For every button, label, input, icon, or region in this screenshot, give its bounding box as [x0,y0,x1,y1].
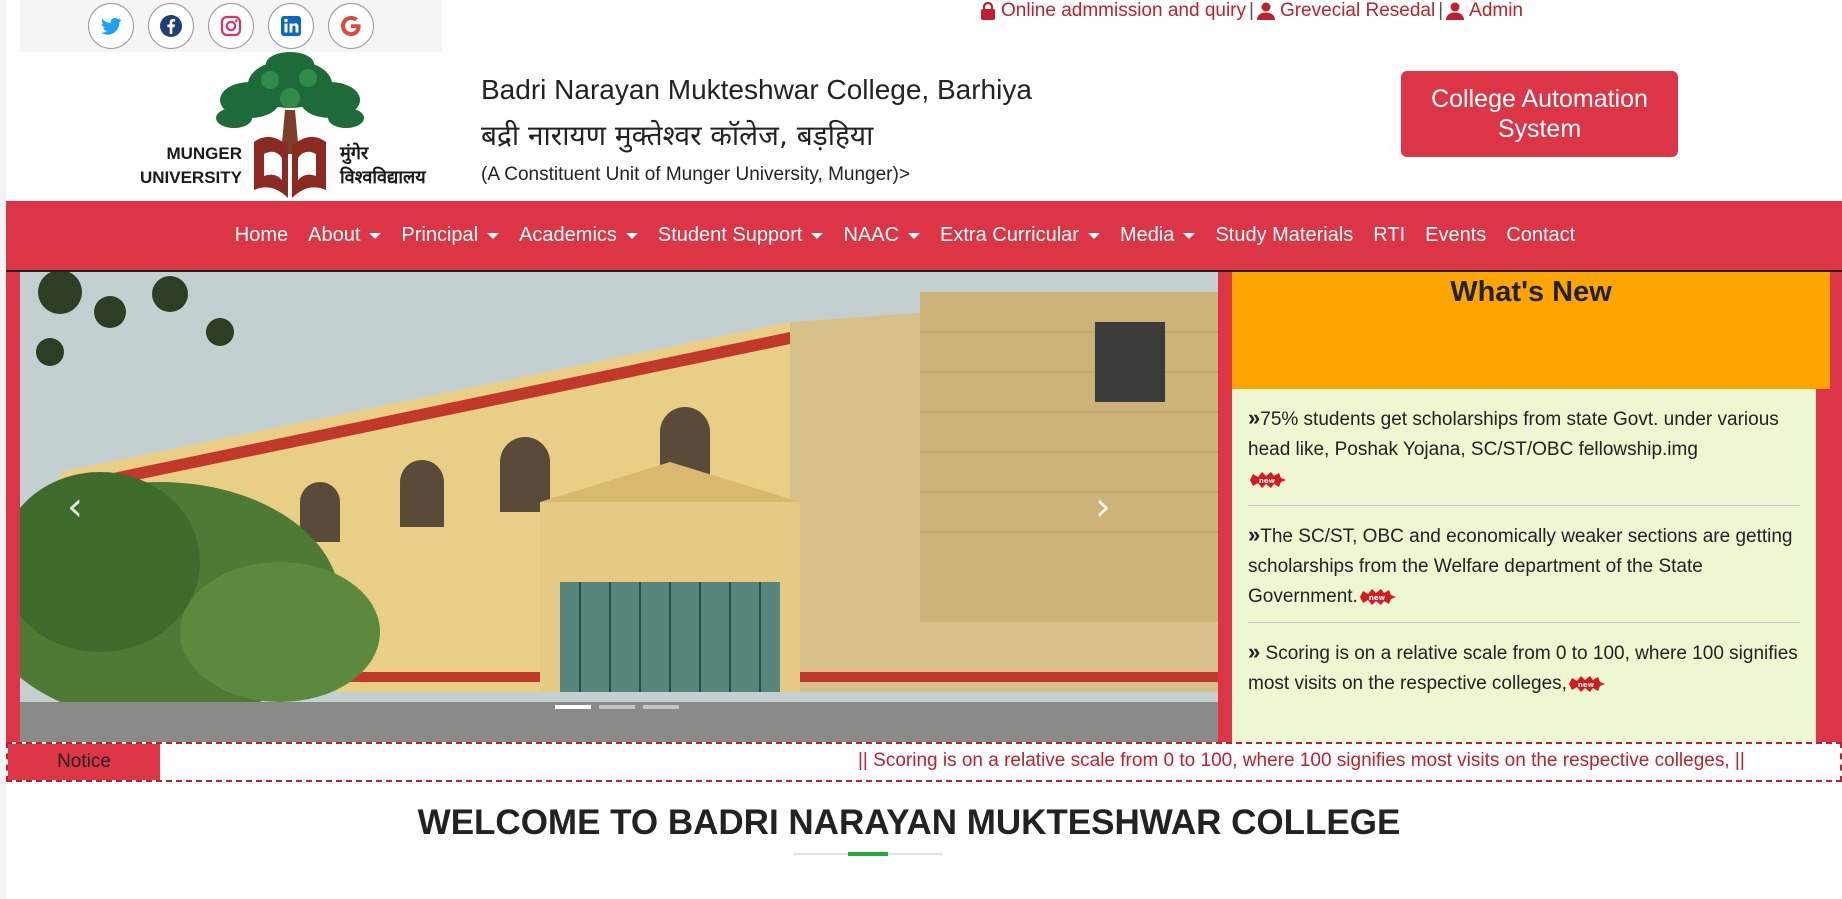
new-badge-icon: new [1359,588,1396,605]
nav-about[interactable]: About [298,224,391,247]
new-badge-label: new [1578,681,1595,689]
news-item[interactable]: »75% students get scholarships from stat… [1248,403,1800,506]
college-affiliation: (A Constituent Unit of Munger University… [481,164,910,185]
caret-down-icon [487,232,500,239]
caret-down-icon [1183,232,1196,239]
red-side-strip [6,272,20,742]
chevron-right-icon: › [1095,484,1111,530]
nav-academics[interactable]: Academics [509,224,648,247]
whats-new-list: »75% students get scholarships from stat… [1232,389,1816,742]
page: Online admmission and quiry | Grevecial … [0,0,1842,899]
admission-link[interactable]: Online admmission and quiry [980,0,1246,22]
nav-about-label: About [308,224,361,246]
double-chevron-icon: » [1248,639,1261,664]
carousel-next-button[interactable]: › [1048,272,1158,742]
caret-down-icon [908,232,921,239]
nav-rti[interactable]: RTI [1363,224,1415,247]
news-item-text: Scoring is on a relative scale from 0 to… [1248,643,1798,694]
linkedin-link[interactable] [268,3,314,49]
news-item-text: 75% students get scholarships from state… [1248,409,1779,460]
notice-bar: Notice || Scoring is on a relative scale… [6,742,1842,782]
carousel-prev-button[interactable]: ‹ [20,272,130,742]
facebook-icon [160,15,182,37]
nav-media[interactable]: Media [1110,224,1205,247]
top-links: Online admmission and quiry | Grevecial … [980,0,1523,22]
twitter-icon [101,17,122,35]
caret-down-icon [369,232,382,239]
news-item-text: The SC/ST, OBC and economically weaker s… [1248,526,1793,607]
nav-naac-label: NAAC [843,224,900,246]
new-badge-icon: new [1568,675,1605,692]
carousel-indicator[interactable] [555,705,591,709]
nav-principal-label: Principal [401,224,479,246]
new-badge-icon: new [1250,471,1286,488]
whats-new-title: What's New [1450,276,1612,308]
college-name-hindi: बद्री नारायण मुक्तेश्वर कॉलेज, बड़हिया [481,119,874,152]
college-automation-button[interactable]: College Automation System [1401,71,1678,157]
nav-rti-label: RTI [1373,224,1406,246]
nav-home-label: Home [234,224,289,246]
double-chevron-icon: » [1248,522,1261,547]
welcome-underline [793,852,943,856]
nav-study-materials[interactable]: Study Materials [1205,224,1363,247]
linkedin-icon [281,16,301,36]
nav-study-materials-label: Study Materials [1215,224,1354,246]
nav-student-support-label: Student Support [657,224,803,246]
new-badge-label: new [1369,594,1386,602]
carousel-indicator[interactable] [599,705,635,709]
chevron-left-icon: ‹ [67,484,83,530]
news-item[interactable]: »The SC/ST, OBC and economically weaker … [1248,520,1800,623]
university-name-hindi: मुंगेर विश्वविद्यालय [340,143,426,188]
whats-new-header: What's New [1232,272,1830,389]
news-item[interactable]: » Scoring is on a relative scale from 0 … [1248,637,1800,709]
user-icon [1256,2,1275,20]
nav-contact-label: Contact [1506,224,1576,246]
admission-link-label: Online admmission and quiry [1001,0,1247,21]
college-name-english: Badri Narayan Mukteshwar College, Barhiy… [481,74,1032,105]
lock-icon [981,2,995,20]
facebook-link[interactable] [148,3,194,49]
college-building-photo [20,272,1218,742]
carousel-indicator[interactable] [643,705,679,709]
user-icon [1446,2,1465,20]
caret-down-icon [625,232,638,239]
nav-principal[interactable]: Principal [391,224,509,247]
nav-events-label: Events [1425,224,1487,246]
nav-academics-label: Academics [519,224,617,246]
carousel-indicators [555,705,679,709]
double-chevron-icon: » [1248,405,1261,430]
nav-naac[interactable]: NAAC [833,224,930,247]
welcome-underline-accent [848,852,888,856]
google-link[interactable] [328,3,374,49]
notice-marquee-text[interactable]: || Scoring is on a relative scale from 0… [858,750,1745,772]
university-name-english: MUNGER UNIVERSITY [139,144,242,187]
nav-extra-curricular[interactable]: Extra Curricular [930,224,1110,247]
nav-student-support[interactable]: Student Support [648,224,834,247]
google-icon [341,16,361,36]
image-carousel[interactable]: ‹ › [20,272,1218,742]
top-link-separator: | [1438,0,1444,21]
nav-extra-curricular-label: Extra Curricular [940,224,1079,246]
admin-link-label: Admin [1469,0,1523,21]
welcome-heading: WELCOME TO BADRI NARAYAN MUKTESHWAR COLL… [417,803,1401,842]
twitter-link[interactable] [88,3,134,49]
top-link-separator: | [1249,0,1254,21]
social-bar [20,0,442,52]
nav-events[interactable]: Events [1415,224,1496,247]
main-nav: Home About Principal Academics Student S… [6,201,1842,272]
grievance-link[interactable]: Grevecial Resedal [1256,0,1436,22]
university-logo[interactable]: MUNGER UNIVERSITY मुंगेर विश्वविद्यालय [130,50,450,200]
nav-media-label: Media [1119,224,1175,246]
notice-label: Notice [8,744,160,780]
new-badge-label: new [1259,477,1276,485]
grievance-link-label: Grevecial Resedal [1279,0,1436,21]
admin-link[interactable]: Admin [1446,0,1523,22]
nav-contact[interactable]: Contact [1496,224,1585,247]
nav-home[interactable]: Home [225,224,298,247]
caret-down-icon [1087,232,1100,239]
caret-down-icon [811,232,824,239]
instagram-link[interactable] [208,3,254,49]
instagram-icon [220,15,242,37]
